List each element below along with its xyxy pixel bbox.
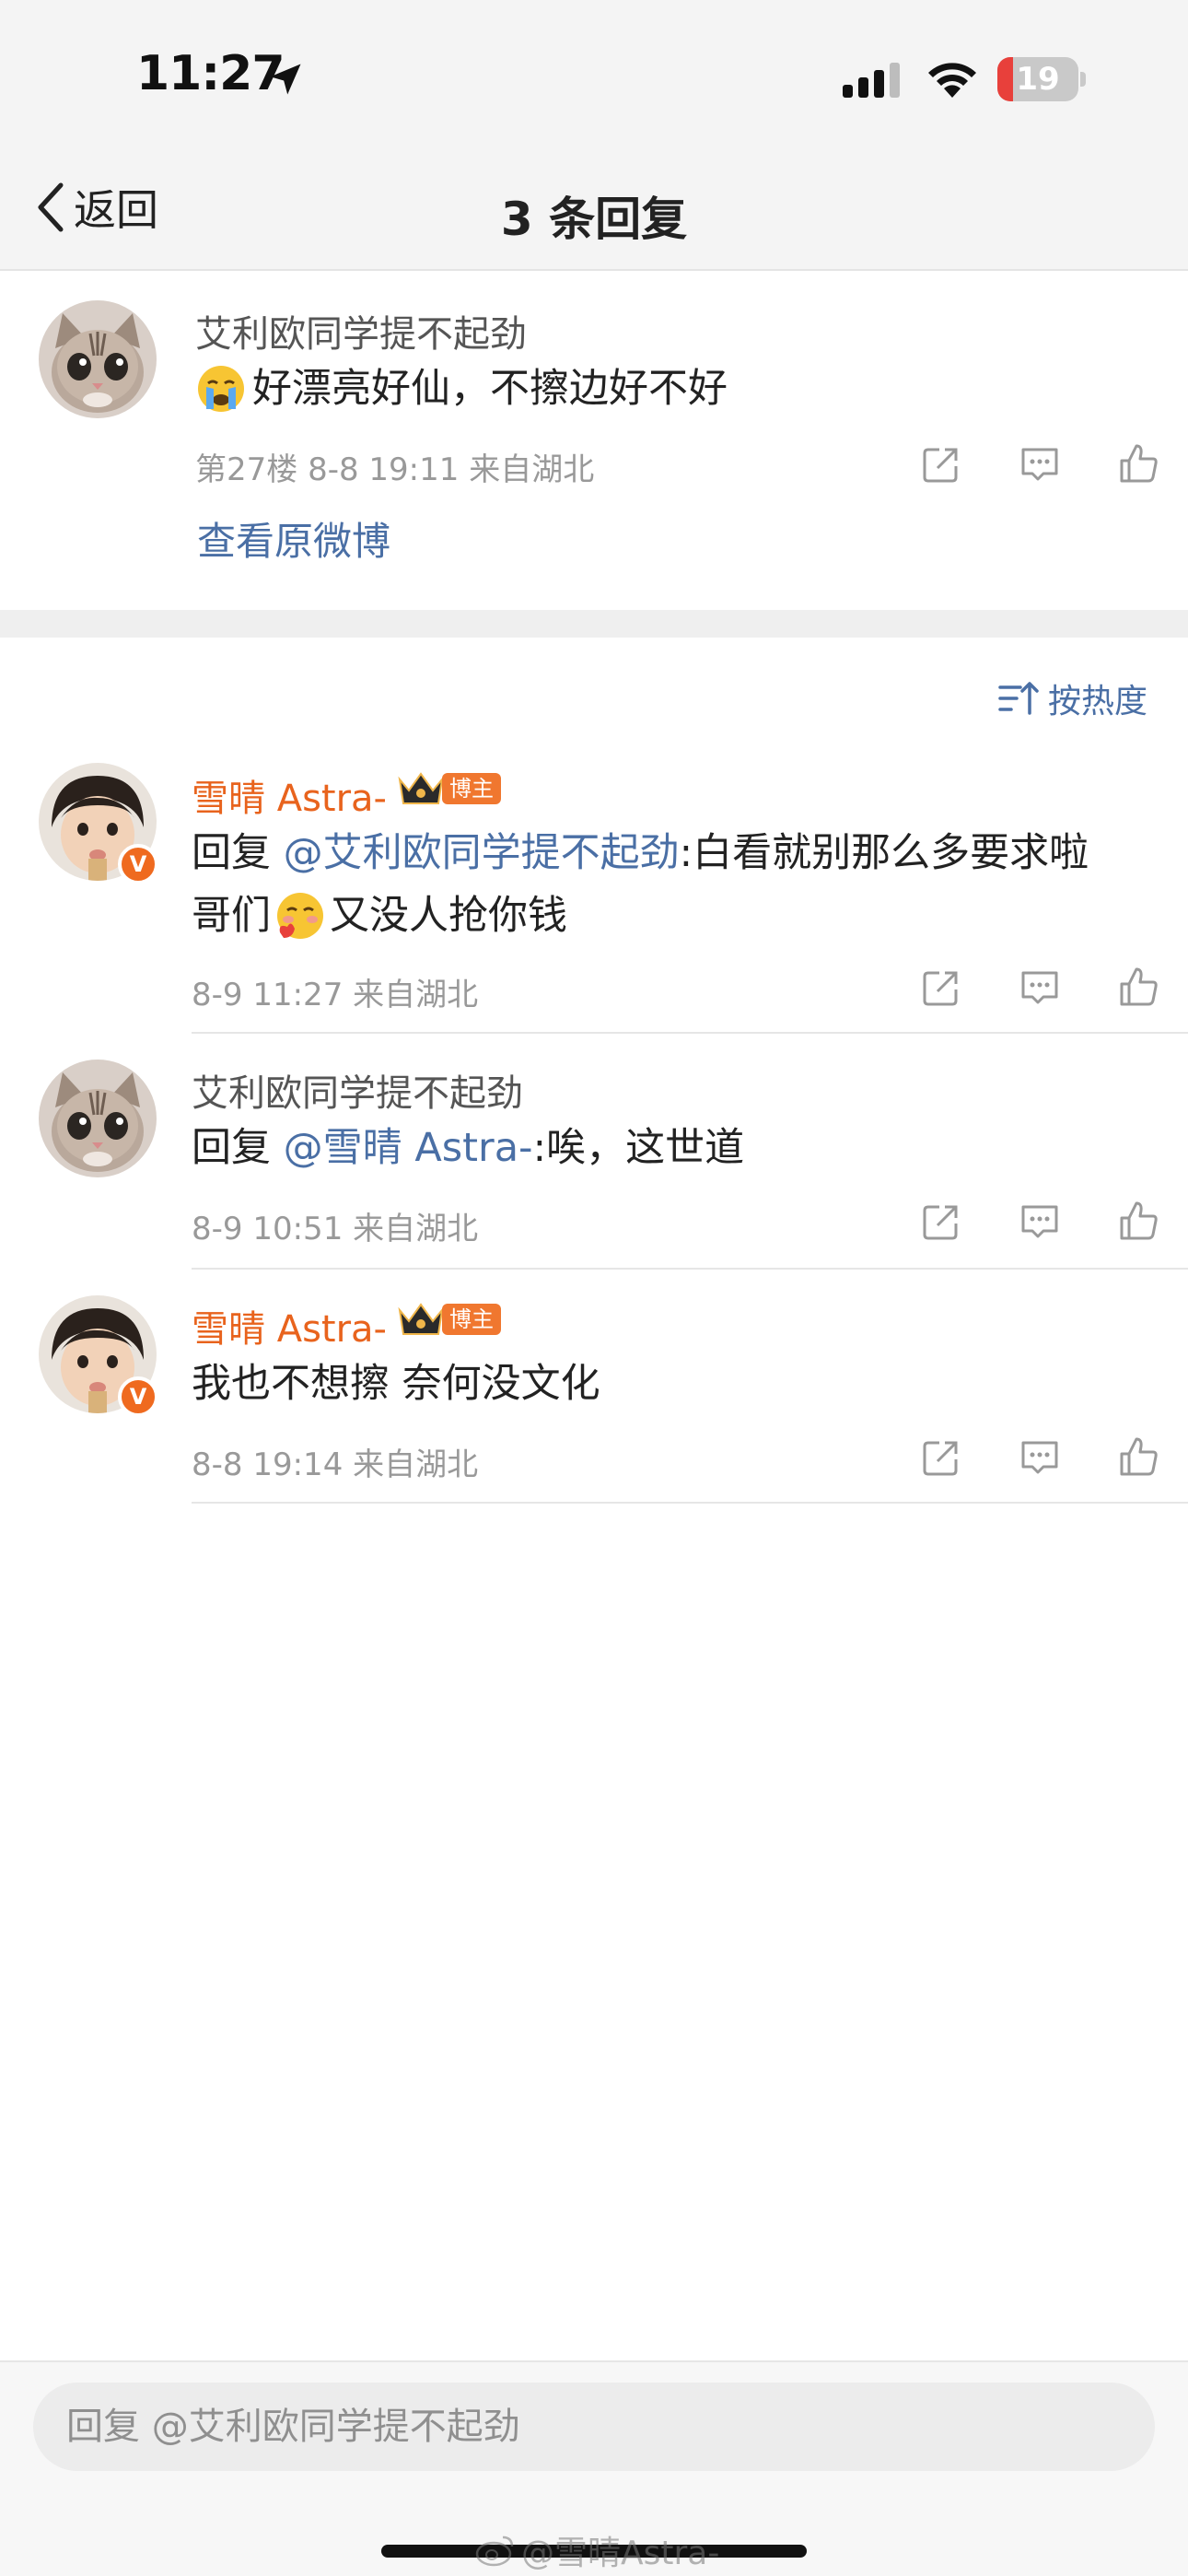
blogger-tag: 博主: [442, 773, 501, 804]
wifi-icon: [928, 63, 976, 98]
like-icon: [1120, 1437, 1158, 1476]
crown-icon: [398, 1303, 444, 1335]
comment-actions: [915, 439, 1164, 490]
comment-button[interactable]: [1014, 1196, 1066, 1247]
reply-input[interactable]: [33, 2383, 1155, 2471]
reply-meta: 8-8 19:14 来自湖北: [192, 1446, 479, 1483]
status-bar: 11:27 19: [0, 0, 1188, 138]
sort-label: 按热度: [1047, 683, 1147, 720]
divider: [192, 1032, 1188, 1034]
original-comment: 艾利欧同学提不起劲 好漂亮好仙，不擦边好不好 第27楼 8-8 19:11 来自…: [0, 273, 1188, 610]
like-icon: [1120, 444, 1158, 483]
share-button[interactable]: [915, 1432, 967, 1483]
sort-icon: [998, 682, 1039, 715]
comment-button[interactable]: [1014, 439, 1066, 490]
mention-link[interactable]: @雪晴 Astra-: [284, 1125, 533, 1171]
verified-badge: V: [118, 1376, 158, 1417]
avatar[interactable]: [39, 300, 157, 418]
share-button[interactable]: [915, 962, 967, 1013]
signal-icon: [843, 63, 900, 98]
reply-meta: 8-9 11:27 来自湖北: [192, 977, 479, 1013]
cat-avatar-image: [39, 1060, 157, 1177]
reply-actions: [915, 1196, 1164, 1247]
cat-avatar-image: [39, 300, 157, 418]
location-arrow-icon: [270, 64, 301, 95]
crying-emoji-icon: [198, 366, 244, 412]
crown-icon: [398, 772, 444, 804]
battery-icon: 19: [997, 57, 1086, 101]
reply-meta: 8-9 10:51 来自湖北: [192, 1211, 479, 1247]
reply-actions: [915, 962, 1164, 1013]
watermark: @雪晴Astra-: [475, 2526, 719, 2574]
comment-button[interactable]: [1014, 1432, 1066, 1483]
share-icon: [923, 1441, 958, 1476]
like-button[interactable]: [1112, 439, 1164, 490]
like-button[interactable]: [1112, 1432, 1164, 1483]
blogger-tag: 博主: [442, 1304, 501, 1335]
reply-actions: [915, 1432, 1164, 1483]
watermark-text: @雪晴Astra-: [521, 2535, 720, 2572]
divider: [192, 1502, 1188, 1504]
share-icon: [923, 1205, 958, 1240]
comment-button[interactable]: [1014, 962, 1066, 1013]
reply-content: 回复 @雪晴 Astra-:唉，这世道: [192, 1117, 744, 1179]
nav-bar: 返回 3 条回复: [0, 138, 1188, 271]
view-original-link[interactable]: 查看原微博: [197, 510, 390, 567]
reply-text: :白看就别那么多要求啦: [679, 830, 1089, 876]
verified-badge: V: [118, 844, 158, 884]
blogger-badge: 博主: [396, 1299, 501, 1340]
shy-emoji-icon: [277, 893, 323, 939]
mention-link[interactable]: @艾利欧同学提不起劲: [284, 830, 680, 876]
reply-prefix: 回复: [192, 830, 284, 876]
comment-icon: [1021, 1441, 1058, 1474]
share-icon: [923, 448, 958, 483]
reply-text: :唉，这世道: [532, 1125, 745, 1171]
status-time: 11:27: [136, 46, 285, 101]
comment-content: 好漂亮好仙，不擦边好不好: [195, 357, 728, 420]
page-title: 3 条回复: [500, 193, 688, 246]
divider: [192, 1268, 1188, 1270]
reply-prefix: 回复: [192, 1125, 284, 1171]
share-button[interactable]: [915, 439, 967, 490]
like-button[interactable]: [1112, 1196, 1164, 1247]
reply-text-2a: 哥们: [192, 893, 271, 939]
like-button[interactable]: [1112, 962, 1164, 1013]
section-divider: [0, 610, 1188, 638]
avatar[interactable]: [39, 1060, 157, 1177]
reply-text-2b: 又没人抢你钱: [330, 893, 567, 939]
reply-username[interactable]: 雪晴 Astra-: [192, 768, 387, 822]
comment-icon: [1021, 448, 1058, 481]
blogger-badge: 博主: [396, 768, 501, 809]
comment-meta: 第27楼 8-8 19:11 来自湖北: [195, 451, 595, 488]
weibo-logo-icon: [475, 2535, 514, 2567]
reply-content: 我也不想擦 奈何没文化: [192, 1361, 600, 1407]
share-icon: [923, 971, 958, 1006]
like-icon: [1120, 1201, 1158, 1240]
like-icon: [1120, 967, 1158, 1006]
comment-icon: [1021, 971, 1058, 1004]
comment-username[interactable]: 艾利欧同学提不起劲: [195, 304, 527, 357]
comment-text: 好漂亮好仙，不擦边好不好: [252, 366, 728, 412]
reply-username[interactable]: 雪晴 Astra-: [192, 1299, 387, 1352]
comment-icon: [1021, 1205, 1058, 1238]
share-button[interactable]: [915, 1196, 967, 1247]
sort-button[interactable]: 按热度: [998, 674, 1147, 722]
reply-content: 回复 @艾利欧同学提不起劲:白看就别那么多要求啦 哥们 又没人抢你钱: [192, 822, 1149, 947]
reply-username[interactable]: 艾利欧同学提不起劲: [192, 1063, 523, 1117]
